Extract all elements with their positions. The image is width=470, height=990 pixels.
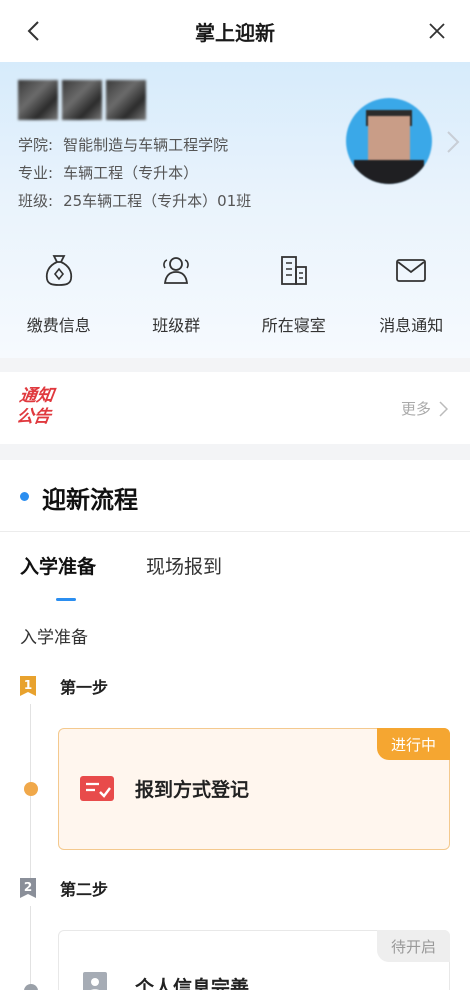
- enrollment-flow: 迎新流程 入学准备 现场报到 入学准备 1 第一步 进行中 报到方式登记 2 第…: [0, 460, 470, 990]
- major-label: 专业:: [18, 164, 54, 182]
- group-icon: [158, 252, 194, 288]
- step-card-registration-method[interactable]: 进行中 报到方式登记: [58, 728, 450, 850]
- quick-menu-label: 缴费信息: [26, 316, 91, 335]
- user-form-icon: [83, 972, 107, 990]
- mail-icon: [393, 252, 429, 288]
- form-check-icon: [80, 776, 114, 801]
- quick-menu-label: 消息通知: [379, 316, 444, 335]
- student-profile-card: 学院: 智能制造与车辆工程学院 专业: 车辆工程（专升本） 班级: 25车辆工程（专升…: [0, 62, 470, 358]
- step-number-marker: 2: [20, 878, 36, 898]
- step-label: 第一步: [60, 678, 109, 697]
- close-button[interactable]: [422, 16, 452, 46]
- step-card-personal-info[interactable]: 待开启 个人信息完善: [58, 930, 450, 990]
- notice-logo: 通知 公告: [15, 386, 73, 428]
- quick-menu: 缴费信息 班级群 所在寝室 消息通知: [0, 248, 470, 348]
- student-name-redacted: [18, 80, 146, 120]
- notice-logo-line: 通知: [18, 386, 55, 406]
- card-title: 个人信息完善: [135, 977, 250, 990]
- class-label: 班级:: [18, 192, 54, 210]
- card-title: 报到方式登记: [135, 779, 250, 801]
- quick-menu-messages[interactable]: 消息通知: [353, 248, 470, 348]
- major-value: 车辆工程（专升本）: [63, 164, 199, 182]
- college-value: 智能制造与车辆工程学院: [63, 136, 229, 154]
- section-divider: [0, 444, 470, 460]
- notice-bar[interactable]: 通知 公告 更多: [0, 372, 470, 444]
- more-link[interactable]: 更多: [401, 398, 448, 419]
- notice-logo-line: 公告: [15, 407, 53, 427]
- building-icon: [276, 252, 312, 288]
- quick-menu-dorm[interactable]: 所在寝室: [235, 248, 353, 348]
- chevron-right-icon[interactable]: [444, 128, 462, 156]
- chevron-right-icon: [439, 400, 448, 417]
- timeline-dot-pending: [24, 984, 38, 990]
- quick-menu-label: 所在寝室: [261, 316, 326, 335]
- step-number-marker: 1: [20, 676, 36, 696]
- page-title: 掌上迎新: [195, 20, 275, 45]
- section-label: 入学准备: [20, 628, 88, 648]
- step-label: 第二步: [60, 880, 109, 899]
- flow-header: 迎新流程: [0, 460, 470, 532]
- college-info: 学院: 智能制造与车辆工程学院: [18, 134, 228, 155]
- class-info: 班级: 25车辆工程（专升本）01班: [18, 190, 251, 211]
- timeline-dot-active: [24, 782, 38, 796]
- flow-title: 迎新流程: [42, 486, 138, 514]
- title-dot: [20, 492, 29, 501]
- close-icon: [429, 23, 445, 39]
- more-label: 更多: [400, 400, 431, 418]
- avatar[interactable]: [346, 98, 432, 184]
- quick-menu-class-group[interactable]: 班级群: [118, 248, 236, 348]
- active-tab-indicator: [56, 598, 76, 601]
- back-button[interactable]: [18, 16, 48, 46]
- status-badge: 进行中: [376, 728, 450, 760]
- tab-preparation[interactable]: 入学准备: [20, 552, 96, 579]
- chevron-left-icon: [27, 21, 39, 41]
- timeline-line: [30, 906, 31, 990]
- status-badge: 待开启: [376, 930, 450, 962]
- quick-menu-label: 班级群: [152, 316, 201, 335]
- college-label: 学院:: [18, 136, 54, 154]
- quick-menu-payment[interactable]: 缴费信息: [0, 248, 118, 348]
- class-value: 25车辆工程（专升本）01班: [63, 192, 252, 210]
- section-divider: [0, 358, 470, 372]
- top-nav-bar: 掌上迎新: [0, 0, 470, 62]
- tab-onsite-registration[interactable]: 现场报到: [146, 552, 222, 579]
- major-info: 专业: 车辆工程（专升本）: [18, 162, 198, 183]
- money-bag-icon: [41, 252, 77, 288]
